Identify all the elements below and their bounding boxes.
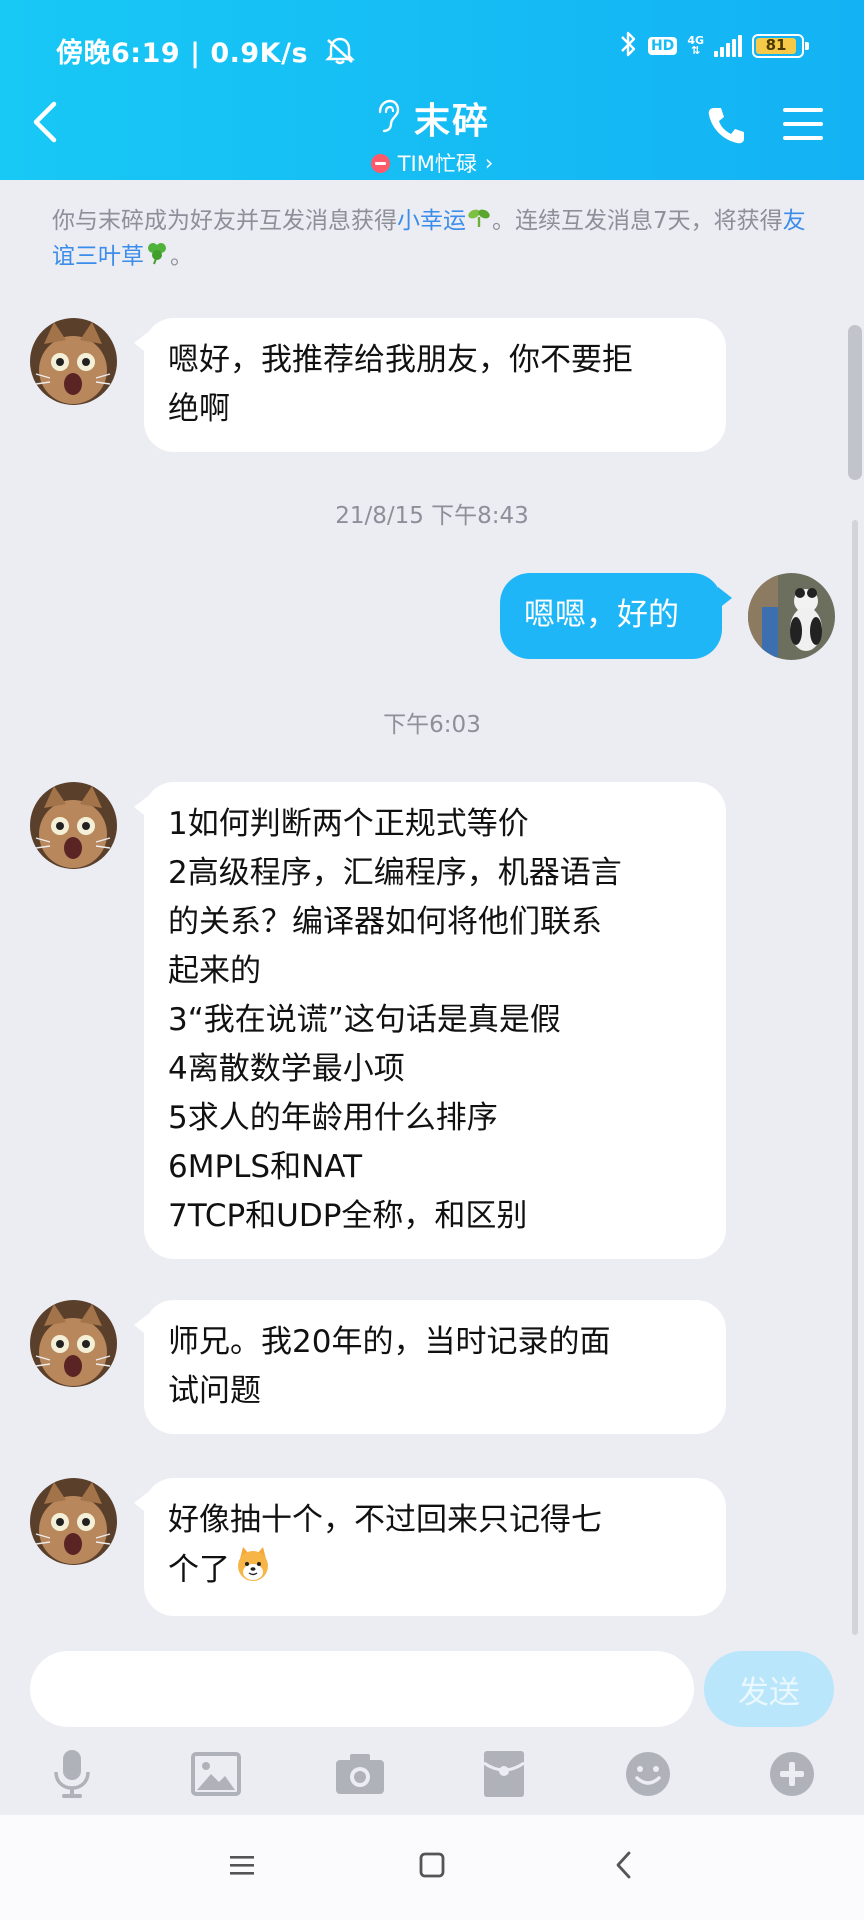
contact-avatar[interactable] <box>30 782 117 869</box>
menu-lines-icon <box>228 1853 256 1881</box>
status-bar: 傍晚6:19 | 0.9K/s HD 4G ⇅ 81 <box>0 0 864 95</box>
message-bubble[interactable]: 师兄。我20年的，当时记录的面 试问题 <box>134 1300 726 1434</box>
scrollbar-track[interactable] <box>852 520 858 1635</box>
status-text: TIM忙碌 <box>397 152 477 176</box>
network-speed: 0.9K/s <box>210 38 309 69</box>
recent-apps-button[interactable] <box>222 1847 262 1887</box>
battery-icon: 81 <box>752 34 809 58</box>
microphone-icon[interactable] <box>42 1744 102 1804</box>
sprout-icon <box>466 205 492 239</box>
nav-back-button[interactable] <box>604 1847 644 1887</box>
chat-toolbar <box>0 1740 864 1820</box>
chat-header: 傍晚6:19 | 0.9K/s HD 4G ⇅ 81 末碎 TIM忙碌 › <box>0 0 864 180</box>
page-title: 末碎 <box>413 101 490 142</box>
menu-line <box>783 108 823 112</box>
status-right: HD 4G ⇅ 81 <box>618 28 809 64</box>
contact-avatar[interactable] <box>30 1300 117 1387</box>
contact-avatar[interactable] <box>30 1478 117 1565</box>
red-packet-icon[interactable] <box>474 1744 534 1804</box>
clover-icon <box>144 239 170 275</box>
signal-icon <box>714 35 742 57</box>
message-input[interactable] <box>30 1651 694 1727</box>
dog-face-emoji <box>234 1545 272 1598</box>
square-icon <box>418 1851 446 1883</box>
busy-status-icon <box>370 153 390 173</box>
send-button[interactable]: 发送 <box>704 1651 834 1727</box>
status-time: 傍晚6:19 <box>56 38 181 69</box>
system-nav-bar <box>0 1815 864 1920</box>
network-type: 4G ⇅ <box>687 34 704 57</box>
phone-icon <box>706 108 746 150</box>
voice-call-button[interactable] <box>706 104 746 148</box>
bell-mute-icon <box>324 36 356 73</box>
home-button[interactable] <box>412 1847 452 1887</box>
bluetooth-icon <box>618 29 638 63</box>
menu-line <box>783 136 823 140</box>
lucky-link[interactable]: 小幸运 <box>397 208 466 234</box>
message-timestamp: 21/8/15 下午8:43 <box>335 503 529 529</box>
message-bubble[interactable]: 嗯好，我推荐给我朋友，你不要拒 绝啊 <box>134 318 726 452</box>
system-notice: 你与末碎成为好友并互发消息获得小幸运 。连续互发消息7天，将获得友谊三叶草。 <box>52 204 822 275</box>
image-icon[interactable] <box>186 1744 246 1804</box>
status-left: 傍晚6:19 | 0.9K/s <box>56 31 356 73</box>
message-bubble[interactable]: 好像抽十个，不过回来只记得七 个了 <box>134 1478 726 1616</box>
camera-icon[interactable] <box>330 1744 390 1804</box>
emoji-icon[interactable] <box>618 1744 678 1804</box>
chevron-left-icon <box>614 1850 634 1884</box>
menu-button[interactable] <box>783 104 823 144</box>
chevron-right-icon: › <box>484 151 494 175</box>
ear-icon <box>374 98 400 138</box>
contact-avatar[interactable] <box>30 318 117 405</box>
message-bubble-self[interactable]: 嗯嗯，好的 <box>500 573 732 659</box>
plus-icon[interactable] <box>762 1744 822 1804</box>
menu-line <box>783 122 823 126</box>
self-avatar[interactable] <box>748 573 835 660</box>
scrollbar-thumb[interactable] <box>848 325 862 480</box>
battery-level: 81 <box>765 36 787 54</box>
hd-badge: HD <box>647 37 678 55</box>
contact-status[interactable]: TIM忙碌 › <box>0 148 864 178</box>
message-timestamp: 下午6:03 <box>383 712 481 738</box>
message-bubble[interactable]: 1如何判断两个正规式等价 2高级程序，汇编程序，机器语言 的关系？编译器如何将他… <box>134 782 726 1259</box>
